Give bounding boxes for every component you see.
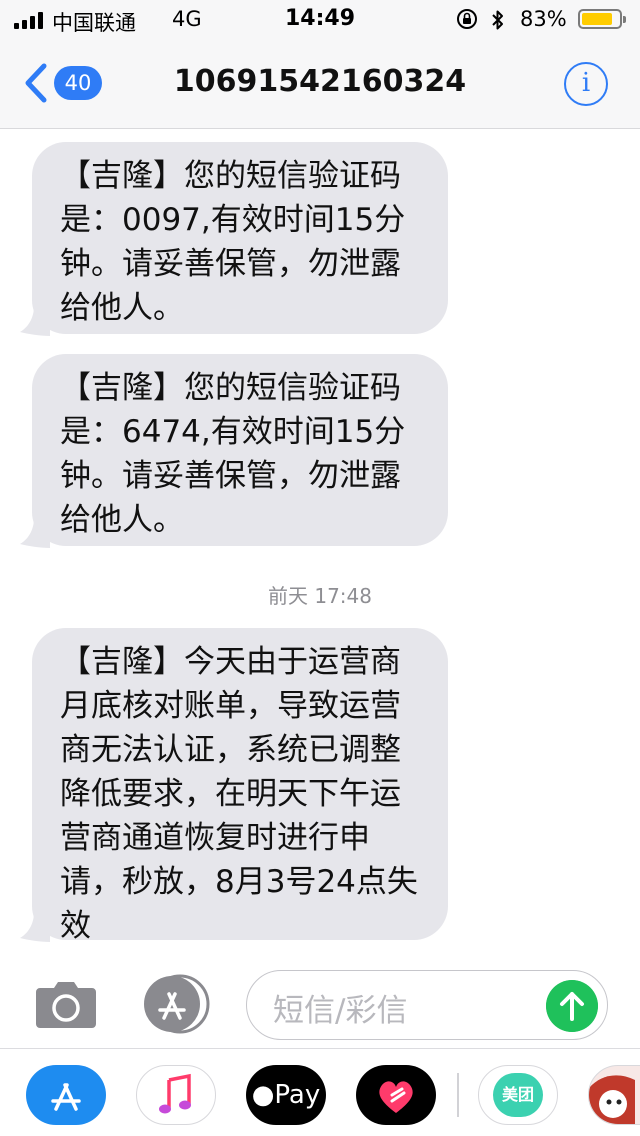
battery-icon bbox=[578, 9, 626, 29]
battery-percent: 83% bbox=[520, 7, 567, 31]
battery-level-fill bbox=[582, 13, 612, 25]
bluetooth-icon bbox=[492, 10, 503, 30]
info-button[interactable]: i bbox=[564, 62, 608, 106]
rotation-lock-icon bbox=[457, 9, 477, 29]
message-timestamp: 前天 17:48 bbox=[268, 584, 372, 608]
app-store-app[interactable] bbox=[26, 1065, 106, 1125]
sticker-app[interactable] bbox=[588, 1065, 640, 1125]
digital-touch-app[interactable] bbox=[356, 1065, 436, 1125]
conversation-title[interactable]: 10691542160324 bbox=[0, 64, 640, 99]
camera-icon[interactable] bbox=[34, 980, 98, 1030]
status-bar: 中国联通 4G 14:49 83% bbox=[0, 0, 640, 40]
messages-screen: 中国联通 4G 14:49 83% 40 10691542160324 i 【吉… bbox=[0, 0, 640, 1136]
heart-icon bbox=[379, 1081, 413, 1113]
meituan-label: 美团 bbox=[493, 1073, 543, 1117]
header: 中国联通 4G 14:49 83% 40 10691542160324 i bbox=[0, 0, 640, 129]
message-bubble[interactable]: 【吉隆】您的短信验证码是：6474,有效时间15分钟。请妥善保管，勿泄露给他人。 bbox=[32, 354, 448, 546]
apple-pay-label: Pay bbox=[274, 1080, 321, 1110]
message-bubble[interactable]: 【吉隆】您的短信验证码是：0097,有效时间15分钟。请妥善保管，勿泄露给他人。 bbox=[32, 142, 448, 334]
send-button[interactable] bbox=[546, 980, 598, 1032]
sticker-icon bbox=[589, 1075, 635, 1124]
app-store-icon bbox=[51, 1083, 81, 1111]
meituan-app[interactable]: 美团 bbox=[478, 1065, 558, 1125]
app-drawer: ●Pay 美团 bbox=[0, 1048, 640, 1136]
message-input-placeholder: 短信/彩信 bbox=[273, 993, 408, 1029]
drawer-divider bbox=[457, 1073, 459, 1117]
music-app[interactable] bbox=[136, 1065, 216, 1125]
apple-pay-app[interactable]: ●Pay bbox=[246, 1065, 326, 1125]
message-bubble[interactable]: 【吉隆】今天由于运营商月底核对账单，导致运营商无法认证，系统已调整降低要求，在明… bbox=[32, 628, 448, 944]
apple-logo-icon: ● bbox=[251, 1080, 275, 1110]
music-note-icon bbox=[159, 1073, 191, 1114]
app-store-drawer-icon[interactable] bbox=[140, 974, 212, 1034]
